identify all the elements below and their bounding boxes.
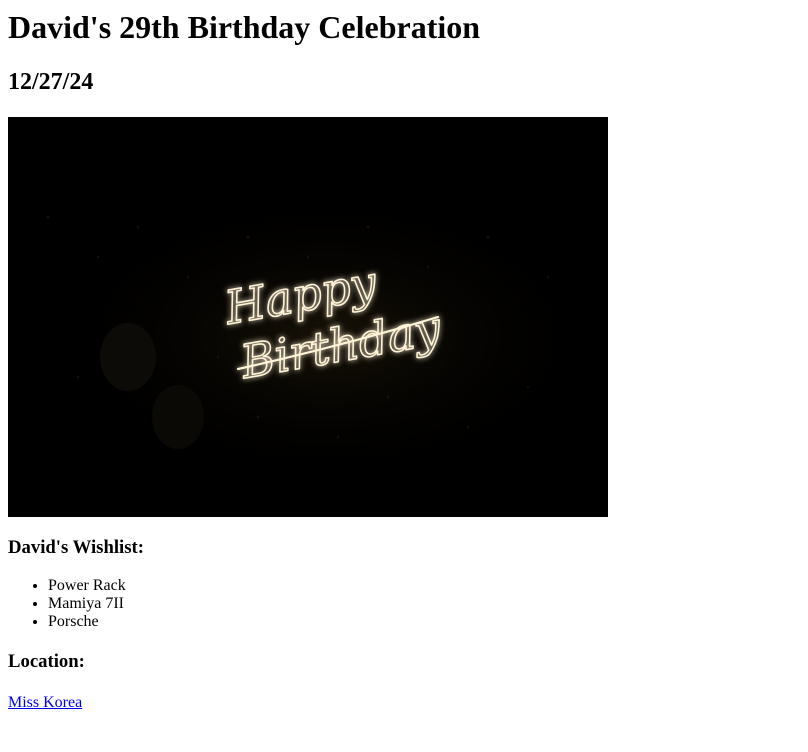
wishlist-item: Porsche (48, 613, 800, 631)
event-date: 12/27/24 (8, 69, 94, 95)
page-title: David's 29th Birthday Celebration (8, 9, 481, 45)
happy-birthday-image: Happy Birthday (8, 117, 608, 517)
location-link[interactable]: Miss Korea (8, 694, 82, 711)
wishlist-item: Mamiya 7II (48, 595, 800, 613)
balloon-shape (152, 385, 204, 449)
balloon-shape (100, 323, 156, 391)
page-content: David's 29th Birthday Celebration 12/27/… (0, 7, 808, 712)
location-paragraph: Miss Korea (8, 694, 800, 712)
wishlist-list: Power Rack Mamiya 7II Porsche (8, 577, 800, 631)
wishlist-heading: David's Wishlist: (8, 537, 144, 558)
location-heading: Location: (8, 651, 85, 672)
wishlist-item: Power Rack (48, 577, 800, 595)
